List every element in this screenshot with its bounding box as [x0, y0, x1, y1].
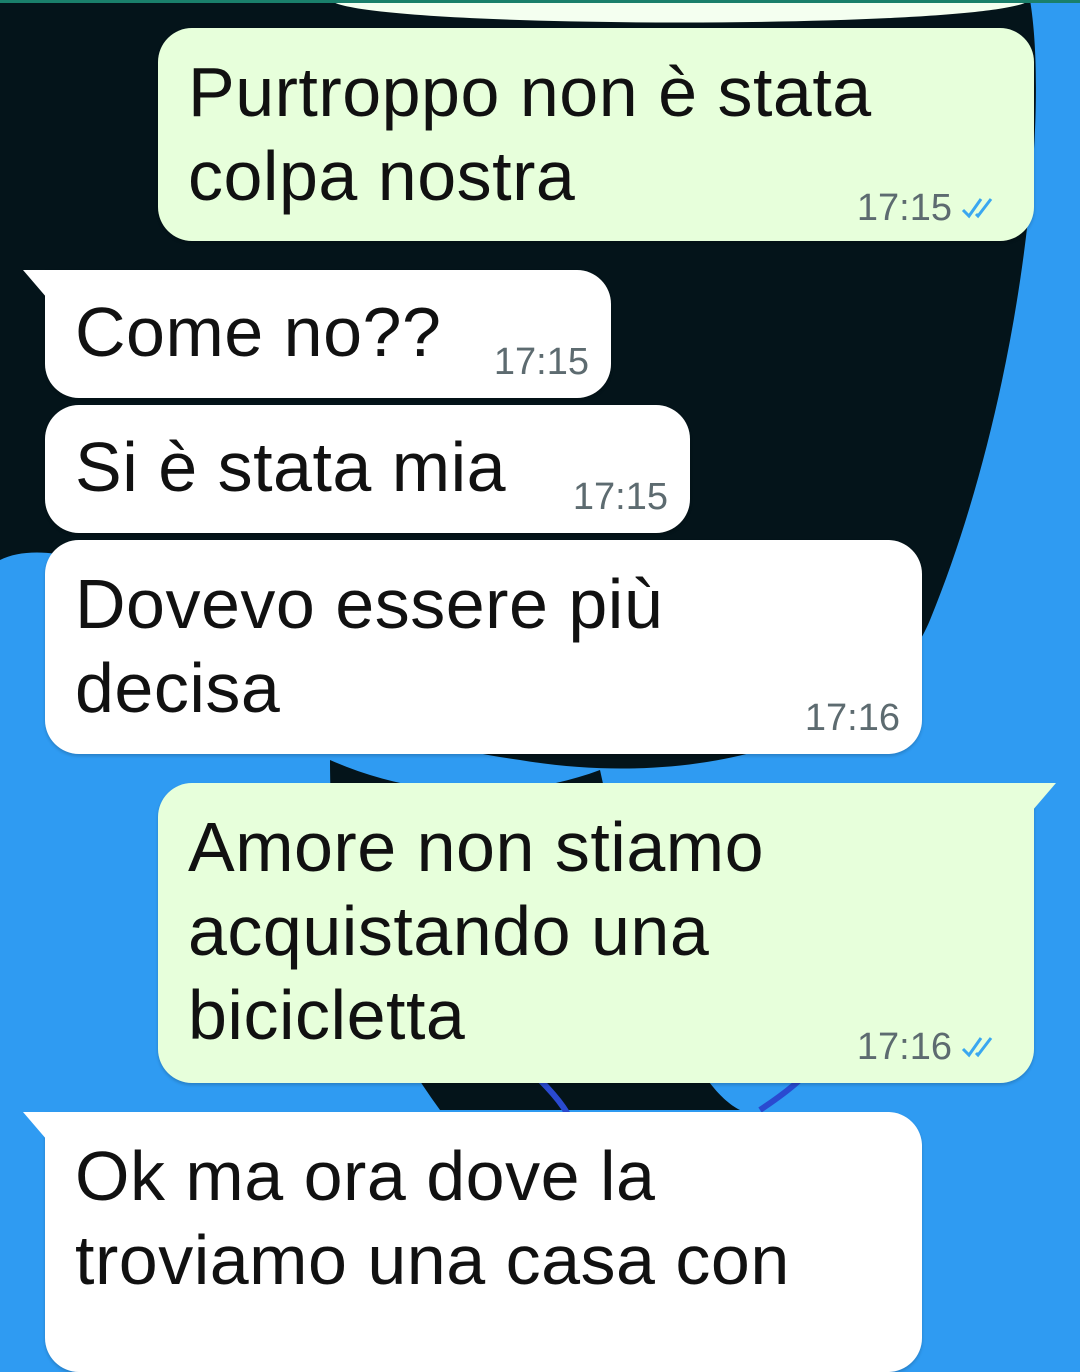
message-text: Come no?? — [75, 293, 442, 371]
message-meta: 17:15 — [857, 186, 1002, 230]
bubble-tail — [1032, 783, 1056, 811]
message-text: Dovevo essere più decisa — [75, 565, 664, 727]
message-meta: 17:15 — [573, 475, 668, 519]
message-text: Ok ma ora dove la troviamo una casa con — [75, 1137, 790, 1299]
message-time: 17:15 — [493, 341, 589, 383]
bubble-tail — [23, 270, 47, 298]
message-time: 17:16 — [856, 1026, 952, 1068]
message-time: 17:15 — [572, 476, 668, 518]
top-accent-bar — [0, 0, 1080, 3]
double-check-read-icon — [961, 198, 993, 219]
message-bubble-outgoing[interactable]: Purtroppo non è stata colpa nostra 17:15 — [158, 28, 1034, 241]
bubble-tail — [23, 1112, 47, 1140]
message-time: 17:15 — [856, 187, 952, 229]
double-check-read-icon — [961, 1037, 993, 1058]
message-meta: 17:16 — [805, 696, 900, 740]
message-bubble-outgoing[interactable]: Amore non stiamo acquistando una bicicle… — [158, 783, 1056, 1083]
message-bubble-incoming[interactable]: Si è stata mia 17:15 — [45, 405, 690, 533]
message-meta: 17:15 — [494, 340, 589, 384]
message-bubble-incoming[interactable]: Come no?? 17:15 — [23, 270, 611, 398]
message-meta: 17:16 — [857, 1025, 1002, 1069]
message-bubble-incoming[interactable]: Dovevo essere più decisa 17:16 — [45, 540, 922, 754]
message-bubble-incoming[interactable]: Ok ma ora dove la troviamo una casa con — [23, 1112, 922, 1372]
message-text: Amore non stiamo acquistando una bicicle… — [188, 808, 765, 1054]
message-text: Si è stata mia — [75, 428, 507, 506]
message-text: Purtroppo non è stata colpa nostra — [188, 53, 872, 215]
message-time: 17:16 — [804, 697, 900, 739]
